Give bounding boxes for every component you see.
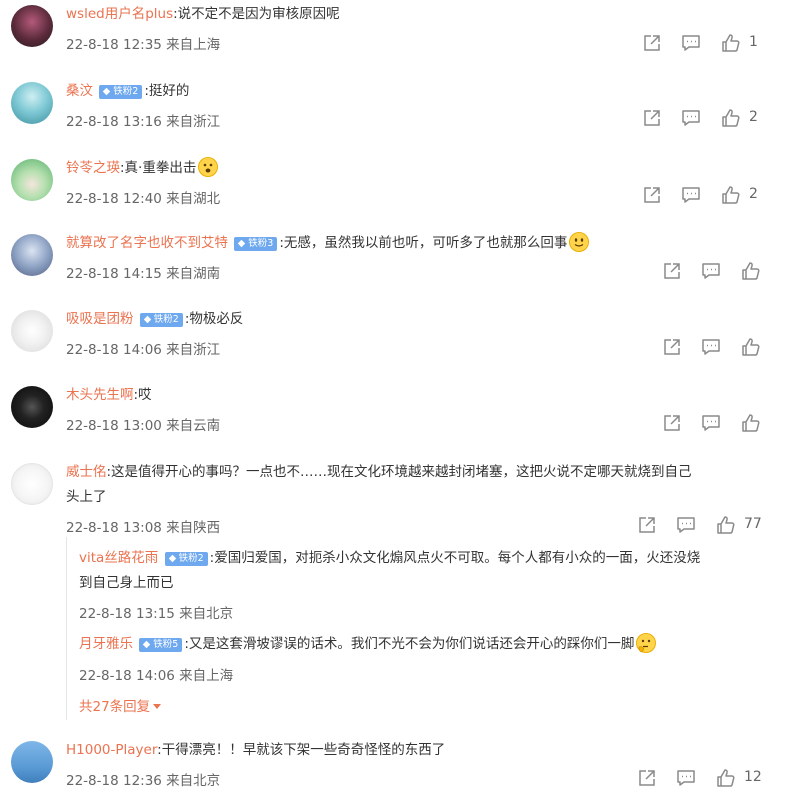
like-icon[interactable] (721, 33, 741, 53)
like-icon[interactable] (741, 261, 761, 281)
avatar[interactable] (11, 386, 53, 428)
comment-text: :说不定不是因为审核原因呢 (173, 6, 340, 22)
reply-meta: 22-8-18 13:15 来自北京 (79, 606, 234, 622)
comment-text: :哎 (133, 387, 152, 403)
share-icon[interactable] (642, 33, 662, 53)
like-icon[interactable] (716, 768, 736, 788)
comment-meta: 22-8-18 13:08 来自陕西 (66, 520, 221, 536)
comment-text: :这是值得开心的事吗？一点也不……现在文化环境越来越封闭堵塞，这把火说不定哪天就… (106, 464, 692, 480)
comment-text: :真·重拳出击 (120, 160, 197, 176)
username-link[interactable]: wsled用户名plus (66, 6, 173, 22)
comment-text: :挺好的 (144, 83, 190, 99)
comment-meta: 22-8-18 13:00 来自云南 (66, 418, 221, 434)
comment-text-continued: 头上了 (66, 489, 107, 505)
thinking-emoji-icon (636, 633, 657, 653)
avatar[interactable] (11, 5, 53, 47)
comment-icon[interactable] (701, 413, 721, 433)
username-link[interactable]: 月牙雅乐 (79, 636, 133, 652)
avatar[interactable] (11, 741, 53, 783)
comment-icon[interactable] (701, 261, 721, 281)
smile-emoji-icon (569, 232, 590, 252)
like-count: 2 (749, 186, 758, 202)
username-link[interactable]: 威士佲 (66, 464, 107, 480)
more-replies-link[interactable]: 共27条回复 (79, 696, 162, 718)
reply-meta: 22-8-18 14:06 来自上海 (79, 668, 234, 684)
share-icon[interactable] (642, 185, 662, 205)
avatar[interactable] (11, 463, 53, 505)
fan-badge[interactable]: 铁粉3 (234, 237, 278, 251)
username-link[interactable]: 吸吸是团粉 (66, 311, 134, 327)
like-icon[interactable] (721, 185, 741, 205)
like-icon[interactable] (741, 337, 761, 357)
comment-icon[interactable] (676, 768, 696, 788)
share-icon[interactable] (642, 108, 662, 128)
worried-emoji-icon (198, 157, 219, 177)
comment-text: :干得漂亮！！早就该下架一些奇奇怪怪的东西了 (157, 742, 446, 758)
comment-icon[interactable] (676, 515, 696, 535)
comment-text: :物极必反 (184, 311, 244, 327)
username-link[interactable]: 就算改了名字也收不到艾特 (66, 235, 228, 251)
like-count: 77 (744, 516, 762, 532)
avatar[interactable] (11, 159, 53, 201)
reply-text: :爱国归爱国，对扼杀小众文化煽风点火不可取。每个人都有小众的一面，火还没烧 (209, 550, 701, 566)
comment-icon[interactable] (681, 108, 701, 128)
share-icon[interactable] (637, 515, 657, 535)
comment-meta: 22-8-18 12:40 来自湖北 (66, 191, 221, 207)
share-icon[interactable] (662, 261, 682, 281)
avatar[interactable] (11, 310, 53, 352)
reply-text-continued: 到自己身上而已 (79, 575, 174, 591)
like-icon[interactable] (721, 108, 741, 128)
like-icon[interactable] (741, 413, 761, 433)
username-link[interactable]: 桑汶 (66, 83, 93, 99)
like-icon[interactable] (716, 515, 736, 535)
comment-meta: 22-8-18 13:16 来自浙江 (66, 114, 221, 130)
fan-badge[interactable]: 铁粉2 (139, 313, 183, 327)
like-count: 1 (749, 34, 758, 50)
comment-icon[interactable] (701, 337, 721, 357)
username-link[interactable]: 木头先生啊 (66, 387, 134, 403)
share-icon[interactable] (662, 413, 682, 433)
comment-meta: 22-8-18 12:35 来自上海 (66, 37, 221, 53)
comment-meta: 22-8-18 14:15 来自湖南 (66, 266, 221, 282)
avatar[interactable] (11, 234, 53, 276)
share-icon[interactable] (662, 337, 682, 357)
username-link[interactable]: 铃苓之瑛 (66, 160, 120, 176)
comment-icon[interactable] (681, 33, 701, 53)
like-count: 2 (749, 109, 758, 125)
like-count: 12 (744, 769, 762, 785)
fan-badge[interactable]: 铁粉2 (99, 85, 143, 99)
fan-badge[interactable]: 铁粉2 (164, 552, 208, 566)
comment-icon[interactable] (681, 185, 701, 205)
caret-down-icon (153, 704, 162, 709)
comment-text: :无感，虽然我以前也听，可听多了也就那么回事 (279, 235, 568, 251)
comment-meta: 22-8-18 12:36 来自北京 (66, 773, 221, 789)
share-icon[interactable] (637, 768, 657, 788)
username-link[interactable]: H1000-Player (66, 742, 157, 758)
comment-meta: 22-8-18 14:06 来自浙江 (66, 342, 221, 358)
reply-text: :又是这套滑坡谬误的话术。我们不光不会为你们说话还会开心的踩你们一脚 (184, 636, 635, 652)
avatar[interactable] (11, 82, 53, 124)
fan-badge[interactable]: 铁粉5 (139, 638, 183, 652)
reply-thread: vita丝路花雨 铁粉2:爱国归爱国，对扼杀小众文化煽风点火不可取。每个人都有小… (66, 537, 777, 720)
more-replies-label: 共27条回复 (79, 699, 151, 715)
username-link[interactable]: vita丝路花雨 (79, 550, 158, 566)
